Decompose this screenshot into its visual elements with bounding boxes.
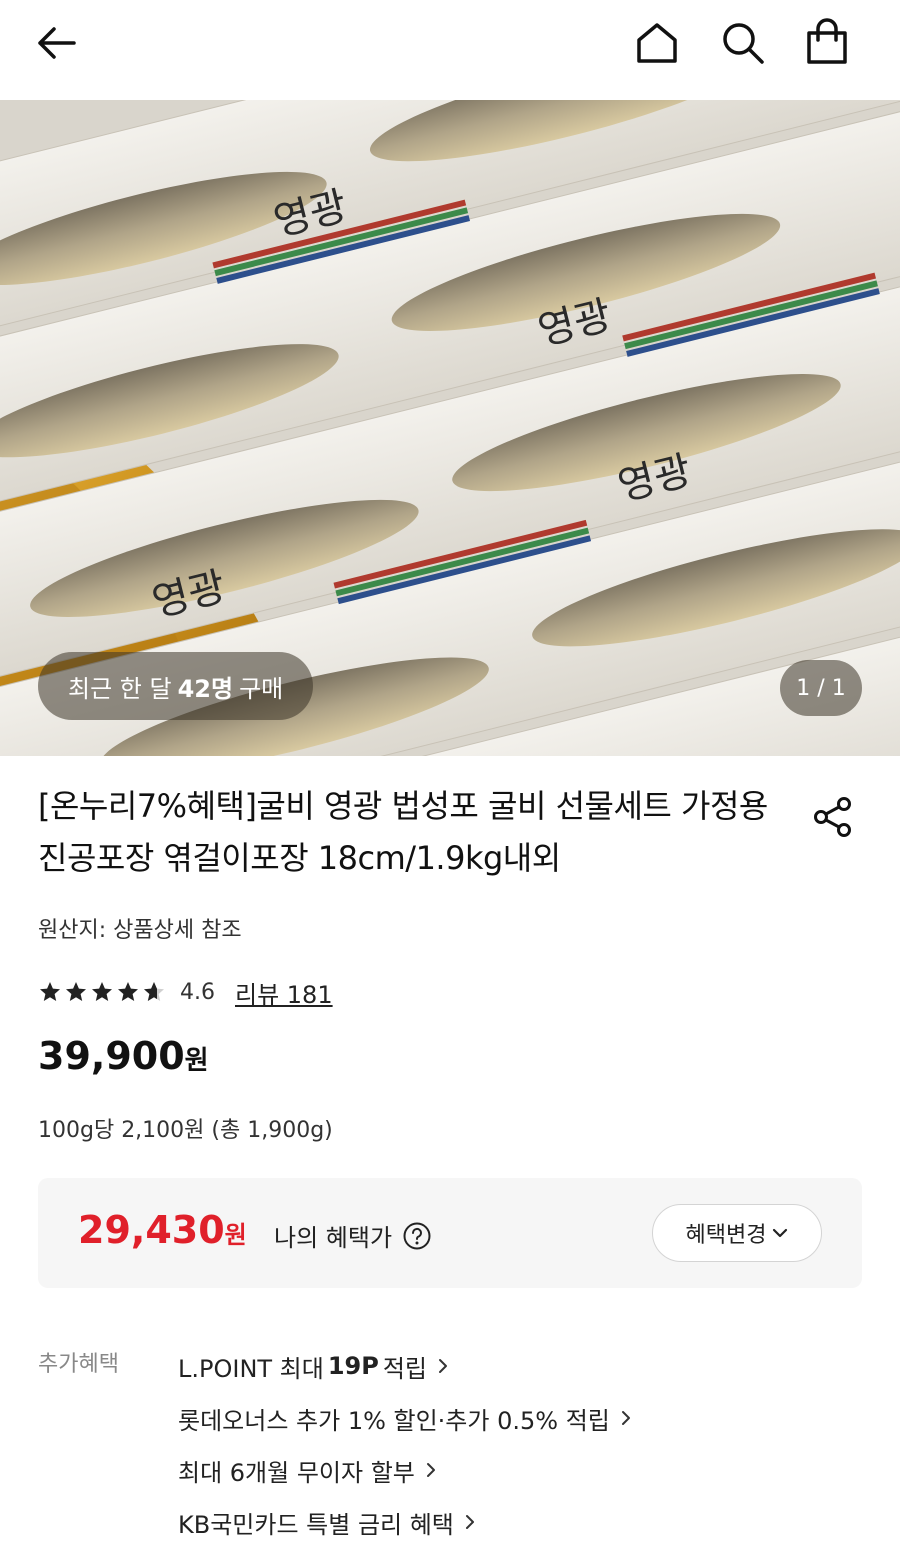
star-rating bbox=[38, 980, 166, 1004]
chevron-down-icon bbox=[773, 1228, 788, 1238]
star-icon bbox=[92, 982, 112, 1001]
extra-benefit-text: 적립 bbox=[382, 1354, 428, 1383]
extra-benefit-item[interactable]: 최대 6개월 무이자 할부 bbox=[178, 1444, 632, 1496]
extra-benefit-text: L.POINT 최대 bbox=[178, 1354, 324, 1383]
product-image[interactable]: 영광 영광 영광 영광 최근 한 달 42명 구매 1 / 1 bbox=[0, 100, 900, 756]
extra-benefit-bold: 19P bbox=[327, 1352, 379, 1380]
extra-benefit-item[interactable]: 롯데오너스 추가 1% 할인·추가 0.5% 적립 bbox=[178, 1392, 632, 1444]
recent-purchase-badge: 최근 한 달 42명 구매 bbox=[38, 652, 314, 720]
chevron-right-icon bbox=[621, 1411, 630, 1425]
chevron-right-icon bbox=[439, 1359, 448, 1373]
extra-benefit-label: 추가혜택 bbox=[38, 1352, 119, 1377]
product-price: 39,900원 bbox=[38, 1034, 209, 1078]
star-icon bbox=[40, 982, 60, 1001]
benefit-price-value: 29,430 bbox=[78, 1208, 225, 1252]
chevron-right-icon bbox=[426, 1463, 435, 1477]
extra-benefit-text: 롯데오너스 추가 1% 할인·추가 0.5% 적립 bbox=[178, 1406, 610, 1435]
share-icon[interactable] bbox=[808, 792, 858, 842]
product-title: [온누리7%혜택]굴비 영광 법성포 굴비 선물세트 가정용 진공포장 엮걸이포… bbox=[38, 787, 768, 877]
benefit-price-unit: 원 bbox=[224, 1221, 247, 1249]
purchase-count: 42명 bbox=[177, 674, 234, 703]
price-unit: 원 bbox=[184, 1046, 209, 1076]
search-icon[interactable] bbox=[716, 16, 770, 70]
benefit-price-box: 29,430원 나의 혜택가 혜택변경 bbox=[38, 1178, 862, 1288]
unit-price: 100g당 2,100원 (총 1,900g) bbox=[38, 1118, 333, 1143]
home-icon[interactable] bbox=[630, 16, 684, 70]
extra-benefit-list: L.POINT 최대 19P 적립 롯데오너스 추가 1% 할인·추가 0.5%… bbox=[178, 1340, 632, 1548]
purchase-prefix: 최근 한 달 bbox=[68, 674, 172, 703]
benefit-change-button[interactable]: 혜택변경 bbox=[652, 1204, 822, 1262]
chevron-right-icon bbox=[465, 1515, 474, 1529]
help-icon[interactable] bbox=[402, 1221, 432, 1251]
top-bar bbox=[0, 0, 900, 100]
review-link[interactable]: 리뷰 181 bbox=[235, 975, 333, 1010]
extra-benefit-text: KB국민카드 특별 금리 혜택 bbox=[178, 1510, 454, 1539]
shopping-bag-icon[interactable] bbox=[800, 14, 854, 70]
rating-row: 4.6 리뷰 181 bbox=[38, 972, 333, 1012]
star-icon bbox=[118, 982, 138, 1001]
image-pager: 1 / 1 bbox=[780, 660, 862, 716]
star-icon bbox=[66, 982, 86, 1001]
half-star-icon bbox=[144, 982, 164, 1001]
benefit-price: 29,430원 bbox=[78, 1208, 247, 1252]
extra-benefit-item[interactable]: L.POINT 최대 19P 적립 bbox=[178, 1340, 632, 1392]
benefit-label-text: 나의 혜택가 bbox=[274, 1224, 393, 1252]
arrow-left-icon[interactable] bbox=[28, 18, 84, 68]
purchase-suffix: 구매 bbox=[239, 674, 284, 703]
benefit-label: 나의 혜택가 bbox=[274, 1218, 432, 1253]
price-value: 39,900 bbox=[38, 1034, 185, 1078]
origin-info: 원산지: 상품상세 참조 bbox=[38, 918, 242, 943]
extra-benefit-item[interactable]: KB국민카드 특별 금리 혜택 bbox=[178, 1496, 632, 1548]
extra-benefit-text: 최대 6개월 무이자 할부 bbox=[178, 1458, 415, 1487]
benefit-change-label: 혜택변경 bbox=[685, 1223, 767, 1248]
rating-value: 4.6 bbox=[180, 979, 215, 1005]
